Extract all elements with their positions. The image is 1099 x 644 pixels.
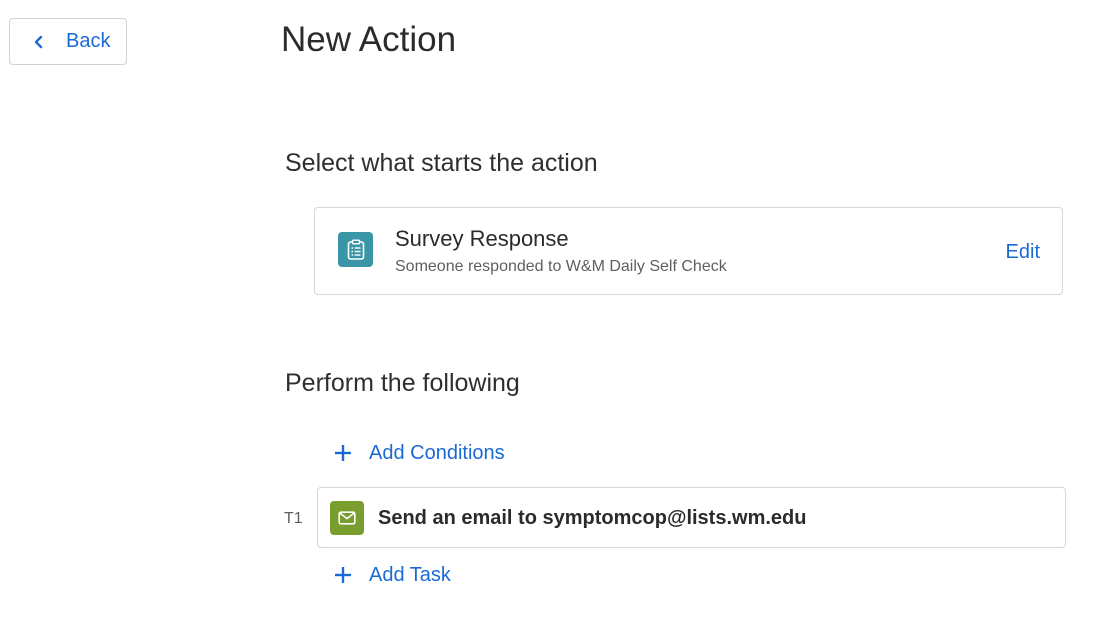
task-label: Send an email to symptomcop@lists.wm.edu bbox=[378, 507, 807, 529]
trigger-title: Survey Response bbox=[395, 226, 569, 251]
back-label: Back bbox=[66, 30, 111, 52]
task-id: T1 bbox=[284, 510, 303, 527]
perform-section-heading: Perform the following bbox=[285, 369, 520, 397]
task-card[interactable]: Send an email to symptomcop@lists.wm.edu bbox=[317, 487, 1066, 548]
trigger-subtitle: Someone responded to W&M Daily Self Chec… bbox=[395, 258, 727, 275]
add-task-label: Add Task bbox=[369, 564, 451, 586]
add-conditions-label: Add Conditions bbox=[369, 442, 505, 464]
clipboard-list-icon bbox=[338, 232, 373, 267]
trigger-section-heading: Select what starts the action bbox=[285, 149, 598, 177]
back-button[interactable]: Back bbox=[9, 18, 127, 65]
add-conditions-button[interactable]: Add Conditions bbox=[333, 440, 505, 466]
plus-icon bbox=[333, 443, 353, 463]
edit-trigger-link[interactable]: Edit bbox=[1006, 239, 1040, 265]
trigger-card: Survey Response Someone responded to W&M… bbox=[314, 207, 1063, 295]
envelope-icon bbox=[330, 501, 364, 535]
chevron-left-icon bbox=[32, 35, 46, 49]
plus-icon bbox=[333, 565, 353, 585]
add-task-button[interactable]: Add Task bbox=[333, 562, 451, 588]
page-title: New Action bbox=[281, 20, 457, 59]
